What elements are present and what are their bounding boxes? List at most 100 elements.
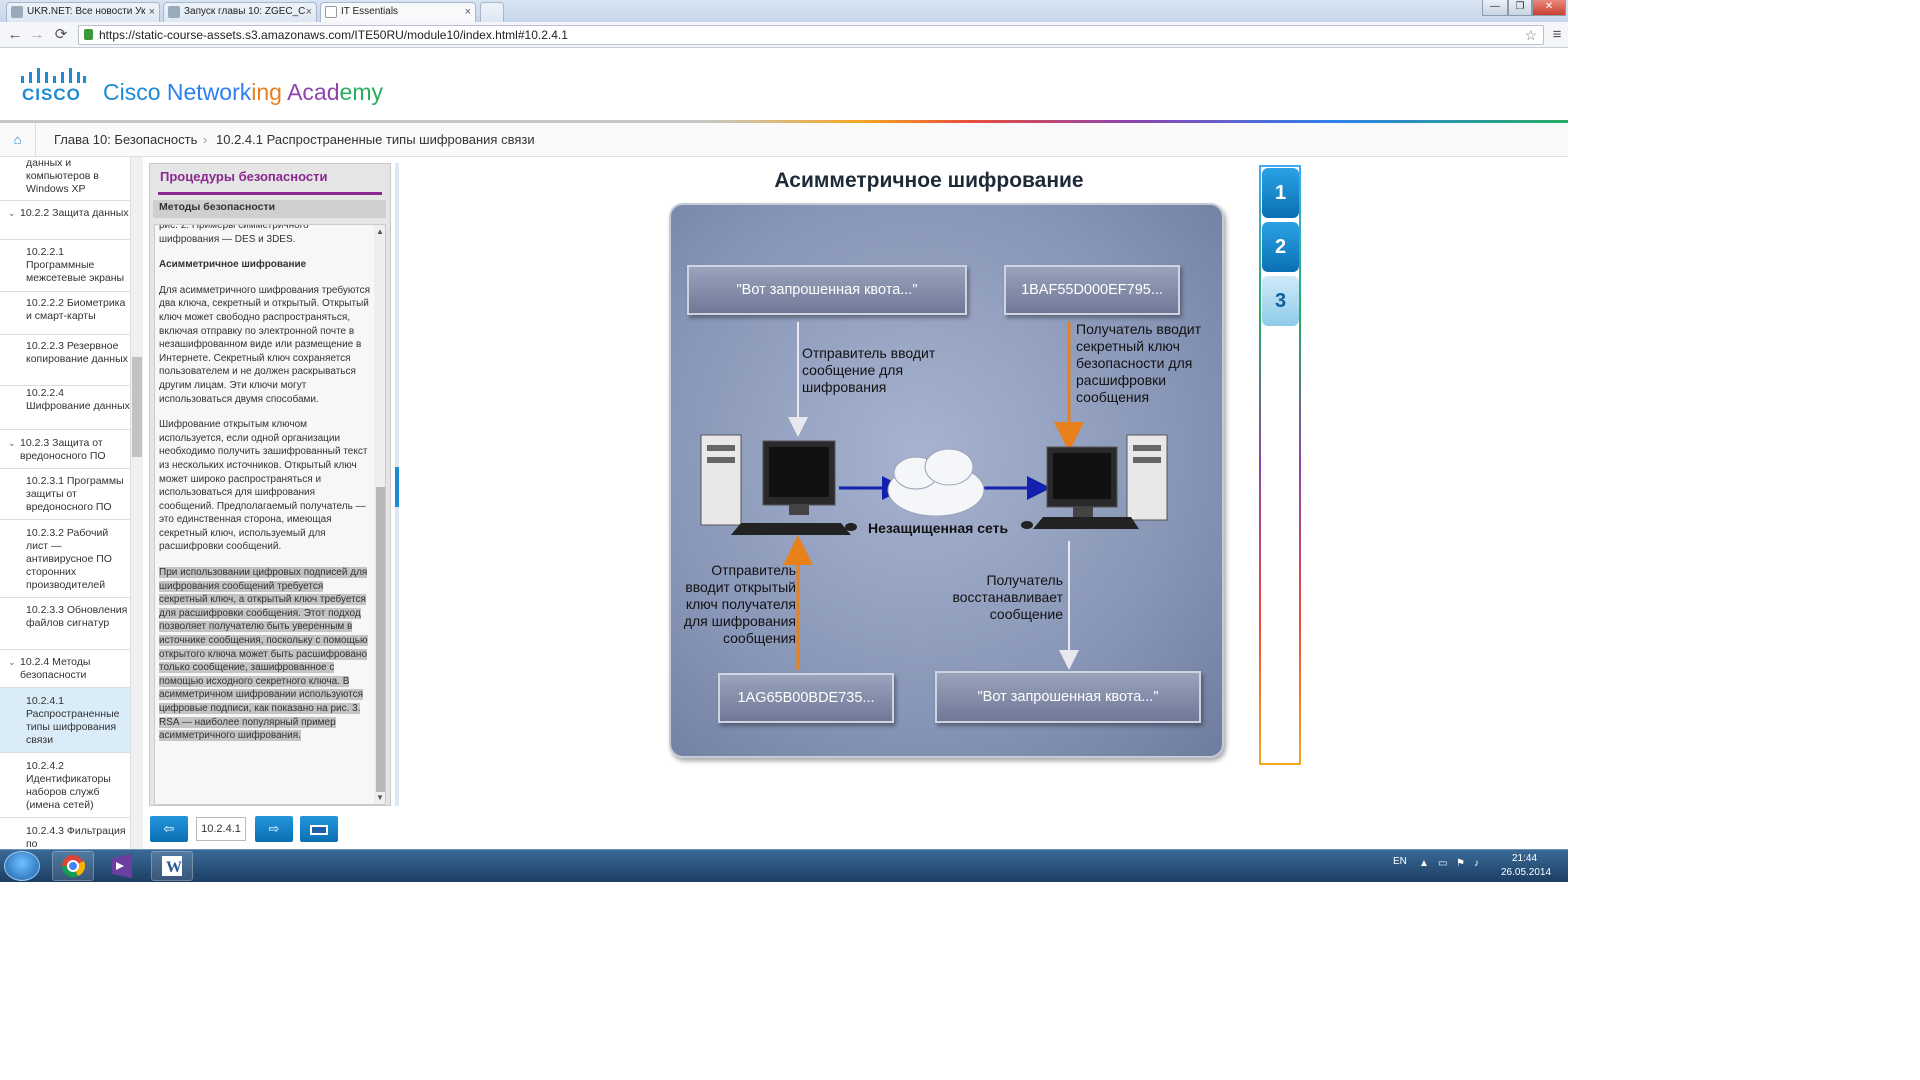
cisco-bridge-logo-icon <box>21 68 86 83</box>
cloud-icon <box>887 448 985 517</box>
plaintext-message-bottom: "Вот запрошенная квота..." <box>935 671 1201 723</box>
academy-title-part: Acad <box>287 79 340 105</box>
sidebar-item-label: 10.2.3.3 Обновления файлов сигнатур <box>26 604 128 629</box>
show-hidden-icons-icon[interactable]: ▲ <box>1419 858 1429 869</box>
clock-date[interactable]: 26.05.2014 <box>1501 867 1551 878</box>
breadcrumb-current: 10.2.4.1 Распространенные типы шифровани… <box>216 132 535 147</box>
sidebar-scroll-thumb[interactable] <box>132 357 142 457</box>
network-icon[interactable]: ▭ <box>1438 858 1447 869</box>
scroll-up-icon[interactable]: ▲ <box>376 227 384 236</box>
step-2-button[interactable]: 2 <box>1262 222 1299 272</box>
reload-icon[interactable]: ⟳ <box>52 26 70 44</box>
fullscreen-button[interactable] <box>300 816 338 842</box>
next-page-button[interactable]: ⇨ <box>255 816 293 842</box>
sidebar-item-label: 10.2.3.2 Рабочий лист — антивирусное ПО … <box>26 527 112 591</box>
sidebar-item[interactable]: 10.2.2.1 Программные межсетевые экраны <box>0 240 130 292</box>
sidebar-item-label: 10.2.3.1 Программы защиты от вредоносног… <box>26 475 124 513</box>
chevron-down-icon: ⌄ <box>8 657 16 667</box>
course-nav-sidebar: данных и компьютеров в Windows XP ⌄ 10.2.… <box>0 157 143 849</box>
academy-title: Cisco Networking Academy <box>103 79 383 106</box>
address-bar: ← → ⟳ https://static-course-assets.s3.am… <box>0 22 1568 48</box>
sidebar-item[interactable]: данных и компьютеров в Windows XP <box>0 157 130 201</box>
volume-icon[interactable]: ♪ <box>1474 858 1479 869</box>
forward-icon[interactable]: → <box>28 26 46 44</box>
browser-tab[interactable]: UKR.NET: Все новости Ук × <box>6 2 160 22</box>
minimize-button[interactable]: — <box>1482 0 1508 16</box>
step-1-button[interactable]: 1 <box>1262 168 1299 218</box>
sidebar-item-label: 10.2.2.3 Резервное копирование данных <box>26 340 128 365</box>
unsecured-network-label: Незащищенная сеть <box>868 520 1009 536</box>
sidebar-item-label: 10.2.4.1 Распространенные типы шифровани… <box>26 695 120 746</box>
academy-title-part: Network <box>166 79 252 105</box>
back-icon[interactable]: ← <box>6 26 24 44</box>
sidebar-section[interactable]: ⌄ 10.2.2 Защита данных <box>0 201 130 240</box>
home-icon[interactable]: ⌂ <box>0 123 36 157</box>
sidebar-item-label: 10.2.3 Защита от вредоносного ПО <box>20 437 106 462</box>
sidebar-item[interactable]: 10.2.2.4 Шифрование данных <box>0 386 130 430</box>
svg-text:W: W <box>166 859 182 876</box>
scroll-down-icon[interactable]: ▼ <box>376 793 384 802</box>
close-window-button[interactable]: ✕ <box>1532 0 1566 16</box>
browser-tab-active[interactable]: IT Essentials × <box>320 2 476 22</box>
sidebar-scrollbar[interactable] <box>130 157 143 849</box>
receiver-restores-label: Получатель восстанавливает сообщение <box>952 572 1063 622</box>
chevron-down-icon: ⌄ <box>8 208 16 218</box>
language-indicator[interactable]: EN <box>1393 856 1407 867</box>
sidebar-item[interactable]: 10.2.3.2 Рабочий лист — антивирусное ПО … <box>0 520 130 598</box>
browser-tab-bar: UKR.NET: Все новости Ук × Запуск главы 1… <box>0 0 1568 22</box>
page-icon <box>325 6 337 18</box>
maximize-button[interactable]: ❐ <box>1508 0 1532 16</box>
sidebar-item-current[interactable]: 10.2.4.1 Распространенные типы шифровани… <box>0 688 130 753</box>
academy-title-part: ing <box>251 79 288 105</box>
browser-tab[interactable]: Запуск главы 10: ZGEC_С × <box>163 2 317 22</box>
word-taskbar-icon[interactable]: W <box>151 851 193 881</box>
favicon-icon <box>168 6 180 18</box>
sidebar-item-label: 10.2.2 Защита данных <box>20 207 129 219</box>
tab-close-icon[interactable]: × <box>149 3 155 21</box>
panel-title: Процедуры безопасности <box>160 169 328 184</box>
cisco-logo-text: CISCO <box>22 85 81 104</box>
windows-taskbar <box>0 849 1568 882</box>
sidebar-item[interactable]: 10.2.4.2 Идентификаторы наборов служб (и… <box>0 753 130 818</box>
tab-title: IT Essentials <box>341 6 399 17</box>
bookmark-star-icon[interactable]: ☆ <box>1524 26 1537 44</box>
sidebar-item-label: 10.2.2.2 Биометрика и смарт-карты <box>26 297 126 322</box>
sidebar-item[interactable]: 10.2.4.3 Фильтрация по <box>0 818 130 849</box>
screen-icon <box>310 824 328 835</box>
start-button[interactable] <box>4 851 40 881</box>
sidebar-item[interactable]: 10.2.3.1 Программы защиты от вредоносног… <box>0 469 130 520</box>
chevron-down-icon: ⌄ <box>8 438 16 448</box>
previous-page-button[interactable]: ⇦ <box>150 816 188 842</box>
url-input[interactable]: https://static-course-assets.s3.amazonaw… <box>78 25 1544 45</box>
clock-time[interactable]: 21:44 <box>1512 853 1537 864</box>
sidebar-item[interactable]: 10.2.2.2 Биометрика и смарт-карты <box>0 292 130 335</box>
sidebar-item-label: 10.2.4 Методы безопасности <box>20 656 91 681</box>
sidebar-item-label: 10.2.2.4 Шифрование данных <box>26 387 130 412</box>
breadcrumb-chapter[interactable]: Глава 10: Безопасность <box>54 132 197 147</box>
academy-title-part: Cisco <box>103 79 167 105</box>
tab-close-icon[interactable]: × <box>306 3 312 21</box>
sidebar-item[interactable]: 10.2.2.3 Резервное копирование данных <box>0 335 130 386</box>
panel-scroll-thumb[interactable] <box>376 487 385 792</box>
panel-text-scroll-area[interactable]: рис. 2. Примеры симметричного шифрования… <box>154 224 386 805</box>
receiver-computer-icon <box>1021 434 1168 529</box>
url-text: https://static-course-assets.s3.amazonaw… <box>99 28 568 42</box>
step-3-button[interactable]: 3 <box>1262 276 1299 326</box>
chrome-taskbar-icon[interactable] <box>52 851 94 881</box>
panel-splitter-handle[interactable] <box>395 467 399 507</box>
action-center-flag-icon[interactable]: ⚑ <box>1456 858 1465 869</box>
breadcrumb-separator: › <box>203 132 208 147</box>
sidebar-section[interactable]: ⌄ 10.2.4 Методы безопасности <box>0 650 130 688</box>
panel-paragraph: Для асимметричного шифрования требуются … <box>159 284 371 405</box>
sidebar-item[interactable]: 10.2.3.3 Обновления файлов сигнатур <box>0 598 130 650</box>
tab-title: UKR.NET: Все новости Ук <box>27 6 146 17</box>
visual-studio-taskbar-icon[interactable] <box>101 851 143 881</box>
sidebar-item-label: 10.2.4.3 Фильтрация по <box>26 825 126 849</box>
selected-text: При использовании цифровых подписей для … <box>159 567 368 742</box>
browser-menu-icon[interactable]: ≡ <box>1548 26 1566 44</box>
page-number-input[interactable]: 10.2.4.1 <box>196 817 246 841</box>
tab-close-icon[interactable]: × <box>465 3 471 21</box>
new-tab-button[interactable] <box>480 2 504 22</box>
sender-computer-icon <box>700 434 857 535</box>
sidebar-section[interactable]: ⌄ 10.2.3 Защита от вредоносного ПО <box>0 430 130 469</box>
